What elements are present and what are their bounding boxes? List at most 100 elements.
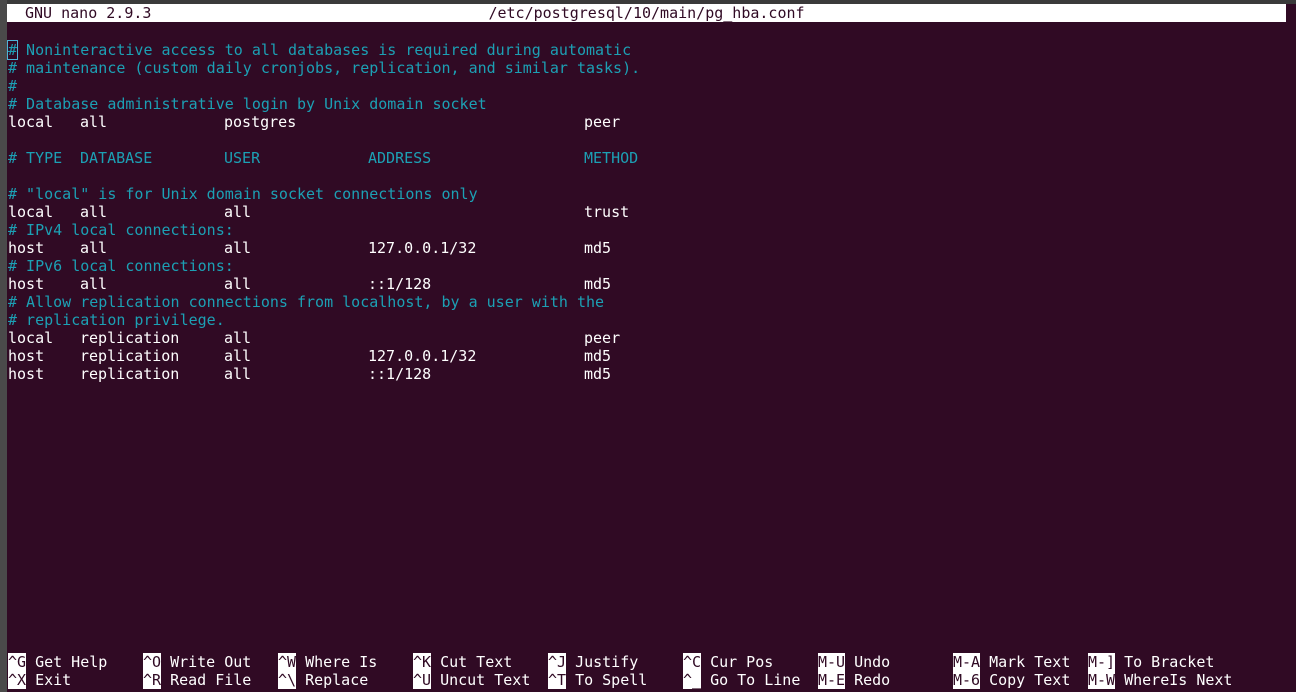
shortcut-exit[interactable]: ^X Exit xyxy=(8,671,71,689)
shortcut-key: M-] xyxy=(1088,653,1116,671)
editor-line[interactable]: # replication privilege. xyxy=(8,311,1286,329)
shortcut-cut-text[interactable]: ^K Cut Text xyxy=(413,653,512,671)
entry-user: postgres xyxy=(224,113,297,131)
window-frame-left xyxy=(0,0,7,692)
shortcut-label: Uncut Text xyxy=(440,671,531,689)
entry-type: host xyxy=(8,239,45,257)
hba-entry-row[interactable]: local replication all peer xyxy=(8,329,1286,347)
entry-user: all xyxy=(224,347,252,365)
shortcut-go-to-line[interactable]: ^_ Go To Line xyxy=(683,671,800,689)
editor-line[interactable]: # "local" is for Unix domain socket conn… xyxy=(8,185,1286,203)
shortcut-label: Where Is xyxy=(305,653,378,671)
editor-line[interactable]: # xyxy=(8,77,1286,95)
hba-entry-row[interactable]: local all all trust xyxy=(8,203,1286,221)
shortcut-key: ^_ xyxy=(683,671,702,689)
entry-address: 127.0.0.1/32 xyxy=(368,347,477,365)
shortcut-label: Redo xyxy=(854,671,891,689)
shortcut-label: Read File xyxy=(170,671,252,689)
entry-type: host xyxy=(8,347,45,365)
shortcut-key: ^X xyxy=(8,671,27,689)
editor-line[interactable]: # Allow replication connections from loc… xyxy=(8,293,1286,311)
editor-line[interactable]: # IPv4 local connections: xyxy=(8,221,1286,239)
shortcut-label: WhereIs Next xyxy=(1124,671,1233,689)
entry-method: md5 xyxy=(584,239,612,257)
shortcut-key: ^R xyxy=(143,671,162,689)
entry-address: ::1/128 xyxy=(368,365,432,383)
shortcut-to-bracket[interactable]: M-] To Bracket xyxy=(1088,653,1214,671)
entry-address: 127.0.0.1/32 xyxy=(368,239,477,257)
shortcut-key: M-W xyxy=(1088,671,1116,689)
shortcut-copy-text[interactable]: M-6 Copy Text xyxy=(953,671,1070,689)
editor-line[interactable]: # maintenance (custom daily cronjobs, re… xyxy=(8,59,1286,77)
editor-line-blank[interactable] xyxy=(8,167,1286,185)
hba-entry-row[interactable]: host all all 127.0.0.1/32 md5 xyxy=(8,239,1286,257)
shortcut-to-spell[interactable]: ^T To Spell xyxy=(548,671,647,689)
entry-method: md5 xyxy=(584,347,612,365)
entry-user: all xyxy=(224,365,252,383)
shortcut-label: Replace xyxy=(305,671,369,689)
hba-entry-row[interactable]: local all postgres peer xyxy=(8,113,1286,131)
shortcut-label: Undo xyxy=(854,653,891,671)
shortcut-label: To Bracket xyxy=(1124,653,1215,671)
line-text: Noninteractive access to all databases i… xyxy=(17,41,632,59)
shortcut-where-is[interactable]: ^W Where Is xyxy=(278,653,377,671)
shortcut-key: ^U xyxy=(413,671,432,689)
shortcut-key: M-U xyxy=(818,653,846,671)
shortcut-key: ^T xyxy=(548,671,567,689)
nano-titlebar: GNU nano 2.9.3 /etc/postgresql/10/main/p… xyxy=(7,4,1286,22)
shortcut-redo[interactable]: M-E Redo xyxy=(818,671,890,689)
shortcut-key: ^W xyxy=(278,653,297,671)
shortcut-whereis-next[interactable]: M-W WhereIs Next xyxy=(1088,671,1232,689)
editor-line[interactable]: # Database administrative login by Unix … xyxy=(8,95,1286,113)
hba-entry-row[interactable]: host replication all 127.0.0.1/32 md5 xyxy=(8,347,1286,365)
entry-database: all xyxy=(80,239,108,257)
editor-line[interactable]: # IPv6 local connections: xyxy=(8,257,1286,275)
shortcut-cur-pos[interactable]: ^C Cur Pos xyxy=(683,653,773,671)
shortcut-key: ^\ xyxy=(278,671,297,689)
shortcut-label: Write Out xyxy=(170,653,252,671)
entry-user: all xyxy=(224,203,252,221)
entry-method: md5 xyxy=(584,365,612,383)
shortcut-label: Justify xyxy=(575,653,639,671)
entry-database: replication xyxy=(80,365,180,383)
header-method: METHOD xyxy=(584,149,639,167)
hba-header-row[interactable]: # TYPE DATABASE USER ADDRESS METHOD xyxy=(8,149,1286,167)
shortcut-key: M-E xyxy=(818,671,846,689)
shortcut-replace[interactable]: ^\ Replace xyxy=(278,671,368,689)
entry-type: local xyxy=(8,329,54,347)
shortcut-label: Mark Text xyxy=(989,653,1071,671)
editor-line[interactable]: # Noninteractive access to all databases… xyxy=(6,40,1286,60)
entry-user: all xyxy=(224,329,252,347)
entry-database: all xyxy=(80,113,108,131)
entry-type: local xyxy=(8,113,54,131)
text-cursor: # xyxy=(6,40,19,60)
entry-method: trust xyxy=(584,203,630,221)
shortcut-mark-text[interactable]: M-A Mark Text xyxy=(953,653,1070,671)
hba-entry-row[interactable]: host all all ::1/128 md5 xyxy=(8,275,1286,293)
editor-line-blank[interactable] xyxy=(8,131,1286,149)
editor-area[interactable]: # Noninteractive access to all databases… xyxy=(6,40,1286,641)
shortcut-read-file[interactable]: ^R Read File xyxy=(143,671,251,689)
shortcut-key: ^G xyxy=(8,653,27,671)
shortcut-write-out[interactable]: ^O Write Out xyxy=(143,653,251,671)
header-database: DATABASE xyxy=(80,149,153,167)
header-user: USER xyxy=(224,149,261,167)
hba-entry-row[interactable]: host replication all ::1/128 md5 xyxy=(8,365,1286,383)
shortcut-label: Cut Text xyxy=(440,653,513,671)
shortcut-key: ^J xyxy=(548,653,567,671)
shortcut-undo[interactable]: M-U Undo xyxy=(818,653,890,671)
entry-method: peer xyxy=(584,113,621,131)
entry-database: all xyxy=(80,203,108,221)
shortcut-label: Exit xyxy=(35,671,72,689)
shortcut-label: To Spell xyxy=(575,671,648,689)
entry-database: replication xyxy=(80,329,180,347)
shortcut-key: ^K xyxy=(413,653,432,671)
entry-user: all xyxy=(224,275,252,293)
file-path: /etc/postgresql/10/main/pg_hba.conf xyxy=(488,4,805,22)
shortcut-get-help[interactable]: ^G Get Help xyxy=(8,653,107,671)
shortcut-justify[interactable]: ^J Justify xyxy=(548,653,638,671)
entry-type: host xyxy=(8,275,45,293)
entry-address: ::1/128 xyxy=(368,275,432,293)
shortcut-uncut-text[interactable]: ^U Uncut Text xyxy=(413,671,530,689)
entry-user: all xyxy=(224,239,252,257)
